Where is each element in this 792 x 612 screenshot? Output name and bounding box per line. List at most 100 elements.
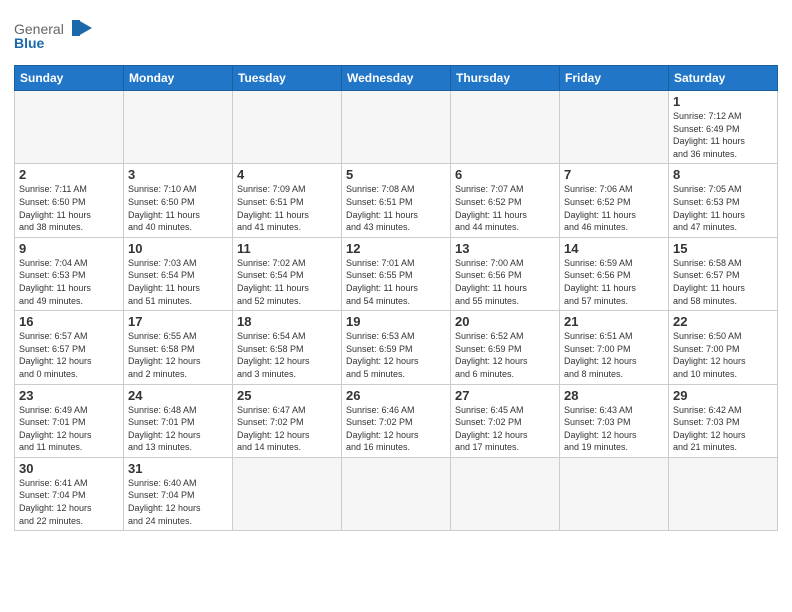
calendar-cell: 1Sunrise: 7:12 AM Sunset: 6:49 PM Daylig… [669,91,778,164]
calendar-cell: 6Sunrise: 7:07 AM Sunset: 6:52 PM Daylig… [451,164,560,237]
day-number: 7 [564,167,664,182]
day-number: 28 [564,388,664,403]
weekday-header-sunday: Sunday [15,66,124,91]
header: General Blue [14,10,778,59]
calendar-cell [124,91,233,164]
day-info: Sunrise: 6:50 AM Sunset: 7:00 PM Dayligh… [673,330,773,380]
day-number: 21 [564,314,664,329]
day-info: Sunrise: 6:59 AM Sunset: 6:56 PM Dayligh… [564,257,664,307]
weekday-header-thursday: Thursday [451,66,560,91]
calendar-cell: 24Sunrise: 6:48 AM Sunset: 7:01 PM Dayli… [124,384,233,457]
day-number: 9 [19,241,119,256]
calendar-cell [15,91,124,164]
day-number: 19 [346,314,446,329]
weekday-header-monday: Monday [124,66,233,91]
week-row-2: 2Sunrise: 7:11 AM Sunset: 6:50 PM Daylig… [15,164,778,237]
day-info: Sunrise: 6:46 AM Sunset: 7:02 PM Dayligh… [346,404,446,454]
day-number: 6 [455,167,555,182]
day-info: Sunrise: 7:10 AM Sunset: 6:50 PM Dayligh… [128,183,228,233]
day-number: 20 [455,314,555,329]
day-number: 14 [564,241,664,256]
svg-text:Blue: Blue [14,35,45,51]
calendar-cell: 28Sunrise: 6:43 AM Sunset: 7:03 PM Dayli… [560,384,669,457]
day-info: Sunrise: 6:47 AM Sunset: 7:02 PM Dayligh… [237,404,337,454]
day-info: Sunrise: 7:08 AM Sunset: 6:51 PM Dayligh… [346,183,446,233]
day-number: 16 [19,314,119,329]
weekday-header-friday: Friday [560,66,669,91]
calendar-cell: 27Sunrise: 6:45 AM Sunset: 7:02 PM Dayli… [451,384,560,457]
day-info: Sunrise: 6:49 AM Sunset: 7:01 PM Dayligh… [19,404,119,454]
day-number: 8 [673,167,773,182]
calendar-cell: 30Sunrise: 6:41 AM Sunset: 7:04 PM Dayli… [15,457,124,530]
day-info: Sunrise: 7:00 AM Sunset: 6:56 PM Dayligh… [455,257,555,307]
calendar-cell [451,91,560,164]
day-info: Sunrise: 7:05 AM Sunset: 6:53 PM Dayligh… [673,183,773,233]
day-number: 26 [346,388,446,403]
logo: General Blue [14,14,94,59]
day-number: 3 [128,167,228,182]
day-number: 12 [346,241,446,256]
calendar-cell: 14Sunrise: 6:59 AM Sunset: 6:56 PM Dayli… [560,237,669,310]
week-row-1: 1Sunrise: 7:12 AM Sunset: 6:49 PM Daylig… [15,91,778,164]
calendar-cell: 10Sunrise: 7:03 AM Sunset: 6:54 PM Dayli… [124,237,233,310]
weekday-header-wednesday: Wednesday [342,66,451,91]
calendar-cell: 8Sunrise: 7:05 AM Sunset: 6:53 PM Daylig… [669,164,778,237]
calendar-cell [669,457,778,530]
calendar-cell [233,457,342,530]
calendar-cell: 19Sunrise: 6:53 AM Sunset: 6:59 PM Dayli… [342,311,451,384]
day-number: 1 [673,94,773,109]
calendar-cell: 31Sunrise: 6:40 AM Sunset: 7:04 PM Dayli… [124,457,233,530]
calendar-cell: 15Sunrise: 6:58 AM Sunset: 6:57 PM Dayli… [669,237,778,310]
calendar-cell: 5Sunrise: 7:08 AM Sunset: 6:51 PM Daylig… [342,164,451,237]
day-info: Sunrise: 6:58 AM Sunset: 6:57 PM Dayligh… [673,257,773,307]
day-number: 10 [128,241,228,256]
day-number: 25 [237,388,337,403]
day-info: Sunrise: 6:45 AM Sunset: 7:02 PM Dayligh… [455,404,555,454]
day-info: Sunrise: 7:03 AM Sunset: 6:54 PM Dayligh… [128,257,228,307]
day-number: 22 [673,314,773,329]
day-info: Sunrise: 7:09 AM Sunset: 6:51 PM Dayligh… [237,183,337,233]
calendar-cell: 26Sunrise: 6:46 AM Sunset: 7:02 PM Dayli… [342,384,451,457]
day-info: Sunrise: 7:01 AM Sunset: 6:55 PM Dayligh… [346,257,446,307]
day-info: Sunrise: 6:48 AM Sunset: 7:01 PM Dayligh… [128,404,228,454]
day-number: 18 [237,314,337,329]
calendar-cell [342,457,451,530]
page: General Blue SundayMondayTuesdayWednesda… [0,0,792,612]
day-info: Sunrise: 6:41 AM Sunset: 7:04 PM Dayligh… [19,477,119,527]
calendar-cell: 17Sunrise: 6:55 AM Sunset: 6:58 PM Dayli… [124,311,233,384]
calendar-cell: 25Sunrise: 6:47 AM Sunset: 7:02 PM Dayli… [233,384,342,457]
week-row-6: 30Sunrise: 6:41 AM Sunset: 7:04 PM Dayli… [15,457,778,530]
calendar-cell: 9Sunrise: 7:04 AM Sunset: 6:53 PM Daylig… [15,237,124,310]
calendar-cell [233,91,342,164]
day-info: Sunrise: 7:04 AM Sunset: 6:53 PM Dayligh… [19,257,119,307]
day-number: 11 [237,241,337,256]
day-info: Sunrise: 7:11 AM Sunset: 6:50 PM Dayligh… [19,183,119,233]
calendar-cell: 16Sunrise: 6:57 AM Sunset: 6:57 PM Dayli… [15,311,124,384]
day-info: Sunrise: 7:07 AM Sunset: 6:52 PM Dayligh… [455,183,555,233]
day-info: Sunrise: 6:42 AM Sunset: 7:03 PM Dayligh… [673,404,773,454]
calendar-cell [560,91,669,164]
day-info: Sunrise: 6:54 AM Sunset: 6:58 PM Dayligh… [237,330,337,380]
day-number: 5 [346,167,446,182]
day-number: 4 [237,167,337,182]
calendar-cell: 4Sunrise: 7:09 AM Sunset: 6:51 PM Daylig… [233,164,342,237]
calendar-cell: 12Sunrise: 7:01 AM Sunset: 6:55 PM Dayli… [342,237,451,310]
logo-area: General Blue [14,10,94,59]
weekday-header-row: SundayMondayTuesdayWednesdayThursdayFrid… [15,66,778,91]
day-number: 24 [128,388,228,403]
calendar-cell [451,457,560,530]
week-row-4: 16Sunrise: 6:57 AM Sunset: 6:57 PM Dayli… [15,311,778,384]
day-number: 23 [19,388,119,403]
day-number: 17 [128,314,228,329]
day-info: Sunrise: 6:52 AM Sunset: 6:59 PM Dayligh… [455,330,555,380]
day-number: 2 [19,167,119,182]
calendar-cell: 3Sunrise: 7:10 AM Sunset: 6:50 PM Daylig… [124,164,233,237]
calendar-cell: 2Sunrise: 7:11 AM Sunset: 6:50 PM Daylig… [15,164,124,237]
day-number: 13 [455,241,555,256]
day-info: Sunrise: 7:06 AM Sunset: 6:52 PM Dayligh… [564,183,664,233]
day-info: Sunrise: 6:51 AM Sunset: 7:00 PM Dayligh… [564,330,664,380]
calendar-cell: 18Sunrise: 6:54 AM Sunset: 6:58 PM Dayli… [233,311,342,384]
day-number: 29 [673,388,773,403]
week-row-5: 23Sunrise: 6:49 AM Sunset: 7:01 PM Dayli… [15,384,778,457]
calendar-cell [342,91,451,164]
